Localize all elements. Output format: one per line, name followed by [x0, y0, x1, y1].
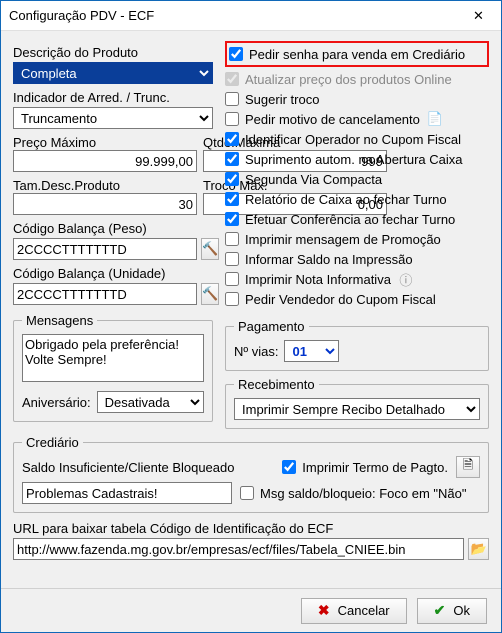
- pedir-motivo-check[interactable]: Pedir motivo de cancelamento📄: [225, 109, 489, 129]
- mensagens-text[interactable]: Obrigado pela preferência! Volte Sempre!: [22, 334, 204, 382]
- hammer-icon: 🔨: [202, 241, 218, 257]
- cod-bal-peso-input[interactable]: [13, 238, 197, 260]
- descricao-select[interactable]: Completa: [13, 62, 213, 84]
- hammer-icon: 🔨: [202, 286, 218, 302]
- aniversario-select[interactable]: Desativada: [97, 391, 204, 413]
- note-icon: 📄: [426, 110, 444, 128]
- check-icon: ✔: [434, 602, 446, 619]
- relatorio-check[interactable]: Relatório de Caixa ao fechar Turno: [225, 189, 489, 209]
- atualizar-preco-check: Atualizar preço dos produtos Online: [225, 69, 489, 89]
- crediario-group: Crediário Saldo Insuficiente/Cliente Blo…: [13, 435, 489, 513]
- saldo-label: Saldo Insuficiente/Cliente Bloqueado: [22, 460, 274, 475]
- ok-button[interactable]: ✔Ok: [417, 598, 487, 624]
- tam-desc-input[interactable]: [13, 193, 197, 215]
- imprimir-promo-check[interactable]: Imprimir mensagem de Promoção: [225, 229, 489, 249]
- url-browse-button[interactable]: 📂: [468, 538, 489, 560]
- config-window: Configuração PDV - ECF ✕ Descrição do Pr…: [0, 0, 502, 633]
- indicador-label: Indicador de Arred. / Trunc.: [13, 90, 213, 105]
- folder-icon: 📂: [470, 541, 486, 557]
- msg-saldo-check[interactable]: Msg saldo/bloqueio: Foco em "Não": [240, 483, 467, 503]
- preco-max-input[interactable]: [13, 150, 197, 172]
- termo-button[interactable]: 🗎: [456, 456, 480, 478]
- pedir-vendedor-check[interactable]: Pedir Vendedor do Cupom Fiscal: [225, 289, 489, 309]
- cod-bal-unid-label: Código Balança (Unidade): [13, 266, 213, 281]
- imprimir-nota-check[interactable]: Imprimir Nota Informativaⓘ: [225, 269, 489, 289]
- recebimento-group: Recebimento Imprimir Sempre Recibo Detal…: [225, 377, 489, 429]
- indicador-select[interactable]: Truncamento: [13, 107, 213, 129]
- preco-max-label: Preço Máximo: [13, 135, 197, 150]
- cod-bal-unid-button[interactable]: 🔨: [201, 283, 219, 305]
- cod-bal-peso-button[interactable]: 🔨: [201, 238, 219, 260]
- info-icon: ⓘ: [397, 270, 415, 288]
- pagamento-group: Pagamento Nº vias: 01: [225, 319, 489, 371]
- x-icon: ✖: [318, 602, 330, 619]
- document-icon: 🗎: [463, 456, 473, 478]
- informar-saldo-check[interactable]: Informar Saldo na Impressão: [225, 249, 489, 269]
- saldo-input[interactable]: [22, 482, 232, 504]
- window-body: Descrição do Produto Completa Indicador …: [1, 31, 501, 588]
- cod-bal-unid-input[interactable]: [13, 283, 197, 305]
- aniversario-label: Aniversário:: [22, 395, 91, 410]
- pagamento-legend: Pagamento: [234, 319, 309, 334]
- mensagens-legend: Mensagens: [22, 313, 97, 328]
- close-button[interactable]: ✕: [456, 1, 501, 31]
- close-icon: ✕: [473, 8, 484, 24]
- vias-select[interactable]: 01: [284, 340, 339, 362]
- pedir-senha-check[interactable]: Pedir senha para venda em Crediário: [229, 44, 485, 64]
- suprimento-check[interactable]: Suprimento autom. na Abertura Caixa: [225, 149, 489, 169]
- titlebar: Configuração PDV - ECF ✕: [1, 1, 501, 31]
- segunda-via-check[interactable]: Segunda Via Compacta: [225, 169, 489, 189]
- window-title: Configuração PDV - ECF: [9, 8, 456, 23]
- imprimir-termo-check[interactable]: Imprimir Termo de Pagto.: [282, 457, 448, 477]
- footer: ✖Cancelar ✔Ok: [1, 588, 501, 632]
- tam-desc-label: Tam.Desc.Produto: [13, 178, 197, 193]
- conferencia-check[interactable]: Efetuar Conferência ao fechar Turno: [225, 209, 489, 229]
- vias-label: Nº vias:: [234, 344, 278, 359]
- url-label: URL para baixar tabela Código de Identif…: [13, 521, 333, 536]
- descricao-label: Descrição do Produto: [13, 45, 213, 60]
- mensagens-group: Mensagens Obrigado pela preferência! Vol…: [13, 313, 213, 422]
- pedir-senha-highlight: Pedir senha para venda em Crediário: [225, 41, 489, 67]
- sugerir-troco-check[interactable]: Sugerir troco: [225, 89, 489, 109]
- cod-bal-peso-label: Código Balança (Peso): [13, 221, 213, 236]
- url-input[interactable]: [13, 538, 464, 560]
- recebimento-select[interactable]: Imprimir Sempre Recibo Detalhado: [234, 398, 480, 420]
- identificar-op-check[interactable]: Identificar Operador no Cupom Fiscal: [225, 129, 489, 149]
- recebimento-legend: Recebimento: [234, 377, 319, 392]
- cancelar-button[interactable]: ✖Cancelar: [301, 598, 407, 624]
- crediario-legend: Crediário: [22, 435, 83, 450]
